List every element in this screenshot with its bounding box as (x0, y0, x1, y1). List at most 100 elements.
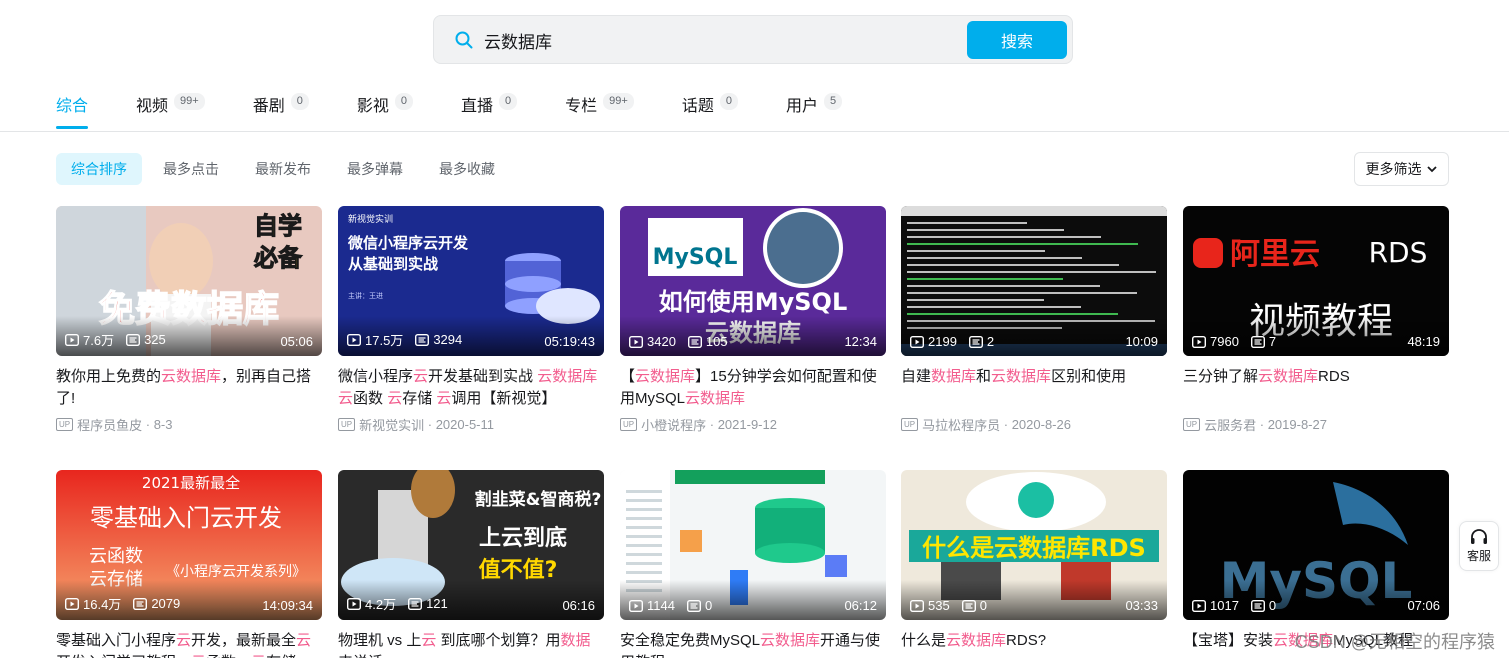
tab-label: 番剧 (252, 98, 285, 115)
play-count-icon (347, 597, 361, 610)
danmaku-icon (126, 333, 141, 346)
danmaku-icon (133, 597, 148, 610)
up-badge-icon: UP (338, 418, 356, 431)
video-title[interactable]: 【云数据库】15分钟学会如何配置和使用MySQL云数据库 (620, 366, 886, 410)
play-count-icon (1192, 335, 1206, 348)
tab-3[interactable]: 影视 0 (357, 92, 413, 130)
more-filter-label: 更多筛选 (1365, 161, 1422, 177)
play-count: 16.4万 (65, 594, 121, 613)
keyword-highlight: 云 (421, 632, 437, 649)
meta-separator: · (142, 417, 154, 432)
video-date: 2020-8-26 (1011, 417, 1071, 432)
danmaku-count: 0 (961, 598, 987, 613)
keyword-highlight: 云数据库 (161, 368, 222, 385)
tab-4[interactable]: 直播 0 (461, 92, 518, 130)
video-card[interactable]: 2021最新最全 零基础入门云开发 云函数 云存储 《小程序云开发系列》 16.… (56, 470, 322, 658)
video-stats: 535 0 (910, 598, 999, 613)
svg-text:必备: 必备 (254, 244, 303, 272)
more-filter-button[interactable]: 更多筛选 (1354, 152, 1449, 186)
keyword-highlight: 云数据库 (991, 368, 1052, 385)
svg-text:《小程序云开发系列》: 《小程序云开发系列》 (166, 564, 306, 580)
svg-text:从基础到实战: 从基础到实战 (348, 255, 438, 273)
play-count: 17.5万 (347, 330, 403, 349)
tab-7[interactable]: 用户 5 (786, 92, 843, 130)
keyword-highlight: 云 (436, 390, 452, 407)
video-stats: 1017 0 (1192, 598, 1288, 613)
search-button[interactable]: 搜索 (967, 21, 1067, 59)
sort-option-1[interactable]: 最多点击 (148, 153, 234, 185)
play-count-value: 17.5万 (365, 333, 404, 348)
tab-2[interactable]: 番剧 0 (253, 92, 309, 130)
video-duration: 07:06 (1407, 598, 1440, 613)
video-duration: 48:19 (1407, 334, 1440, 349)
customer-service-button[interactable]: 客服 (1459, 521, 1499, 571)
video-thumbnail[interactable]: 新视觉实训 微信小程序云开发 从基础到实战 主讲：王进 17.5万 3294 0… (338, 206, 604, 356)
sort-option-3[interactable]: 最多弹幕 (332, 153, 418, 185)
video-thumbnail[interactable]: MySQL 1017 0 07:06 (1183, 470, 1449, 620)
danmaku-count: 2079 (133, 596, 180, 611)
video-stats: 4.2万 121 (347, 594, 460, 613)
video-card[interactable]: MySQL 如何使用MySQL 云数据库 3420 105 12:34 【云数据库… (620, 206, 886, 434)
video-card[interactable]: 割韭菜&智商税? 上云到底 值不值? 4.2万 121 06:16 物理机 vs … (338, 470, 604, 658)
video-stats: 3420 105 (629, 334, 740, 349)
sort-option-0[interactable]: 综合排序 (56, 153, 142, 185)
video-thumbnail[interactable]: MySQL 如何使用MySQL 云数据库 3420 105 12:34 (620, 206, 886, 356)
video-title[interactable]: 物理机 vs 上云 到底哪个划算？用数据来说话 (338, 630, 604, 658)
play-count: 2199 (910, 334, 957, 349)
video-title[interactable]: 什么是云数据库RDS? (901, 630, 1167, 658)
video-card[interactable]: 新视觉实训 微信小程序云开发 从基础到实战 主讲：王进 17.5万 3294 0… (338, 206, 604, 434)
video-author[interactable]: 马拉松程序员 (922, 415, 1000, 434)
tab-label: 综合 (56, 98, 89, 115)
keyword-highlight: 云 (387, 390, 403, 407)
danmaku-count: 105 (687, 334, 728, 349)
video-author[interactable]: 程序员鱼皮 (77, 415, 142, 434)
danmaku-icon (1250, 599, 1265, 612)
video-thumbnail[interactable]: 什么是云数据库RDS 535 0 03:33 (901, 470, 1167, 620)
video-title[interactable]: 微信小程序云开发基础到实战 云数据库 云函数 云存储 云调用【新视觉】 (338, 366, 604, 410)
video-title[interactable]: 三分钟了解云数据库RDS (1183, 366, 1449, 410)
category-tabs: 综合 视频 99+ 番剧 0 影视 0 直播 0 专栏 99+ 话题 0 用户 5 (56, 92, 890, 132)
tab-6[interactable]: 话题 0 (682, 92, 738, 130)
video-card[interactable]: 什么是云数据库RDS 535 0 03:33 什么是云数据库RDS? (901, 470, 1167, 658)
video-title[interactable]: 零基础入门小程序云开发，最新最全云开发入门学习教程，云函数，云存储 (56, 630, 322, 658)
tab-count-badge: 5 (823, 93, 843, 110)
svg-text:微信小程序云开发: 微信小程序云开发 (347, 234, 469, 252)
video-card[interactable]: 1144 0 06:12 安全稳定免费MySQL云数据库开通与使用教程 (620, 470, 886, 658)
video-title[interactable]: 安全稳定免费MySQL云数据库开通与使用教程 (620, 630, 886, 658)
play-count-value: 4.2万 (365, 597, 397, 612)
tab-0[interactable]: 综合 (56, 92, 89, 130)
video-author[interactable]: 新视觉实训 (359, 415, 424, 434)
sort-option-2[interactable]: 最新发布 (240, 153, 326, 185)
video-title[interactable]: 自建数据库和云数据库区别和使用 (901, 366, 1167, 410)
video-thumbnail[interactable]: 1144 0 06:12 (620, 470, 886, 620)
keyword-highlight: 云 (413, 368, 429, 385)
video-thumbnail[interactable]: 阿里云 RDS 视频教程 7960 7 48:19 (1183, 206, 1449, 356)
video-author[interactable]: 云服务君 (1204, 415, 1256, 434)
video-author[interactable]: 小橙说程序 (641, 415, 706, 434)
video-card[interactable]: 阿里云 RDS 视频教程 7960 7 48:19 三分钟了解云数据库RDS UP … (1183, 206, 1449, 434)
svg-text:云函数: 云函数 (89, 546, 143, 567)
video-thumbnail[interactable]: 自学 必备 免费数据库 7.6万 325 05:06 (56, 206, 322, 356)
play-count-value: 16.4万 (83, 597, 122, 612)
play-count-icon (65, 333, 79, 346)
sort-option-4[interactable]: 最多收藏 (424, 153, 510, 185)
meta-separator: · (1000, 417, 1012, 432)
video-duration: 03:33 (1125, 598, 1158, 613)
tab-label: 影视 (356, 98, 389, 115)
danmaku-count: 3294 (415, 332, 462, 347)
search-input[interactable] (484, 24, 954, 56)
video-title[interactable]: 教你用上免费的云数据库，别再自己搭了! (56, 366, 322, 410)
video-thumbnail[interactable]: 2021最新最全 零基础入门云开发 云函数 云存储 《小程序云开发系列》 16.… (56, 470, 322, 620)
tab-5[interactable]: 专栏 99+ (565, 92, 634, 130)
danmaku-count-value: 0 (704, 598, 713, 613)
video-card[interactable]: 2199 2 10:09 自建数据库和云数据库区别和使用 UP 马拉松程序员 · 2… (901, 206, 1167, 434)
tab-1[interactable]: 视频 99+ (136, 92, 205, 130)
video-thumbnail[interactable]: 割韭菜&智商税? 上云到底 值不值? 4.2万 121 06:16 (338, 470, 604, 620)
danmaku-count: 2 (968, 334, 995, 349)
video-card[interactable]: 自学 必备 免费数据库 7.6万 325 05:06 教你用上免费的云数据库，别再… (56, 206, 322, 434)
video-thumbnail[interactable]: 2199 2 10:09 (901, 206, 1167, 356)
svg-text:阿里云: 阿里云 (1230, 237, 1320, 272)
tab-divider (0, 131, 1509, 132)
play-count-value: 1144 (647, 598, 675, 613)
danmaku-count-value: 2 (986, 334, 995, 349)
